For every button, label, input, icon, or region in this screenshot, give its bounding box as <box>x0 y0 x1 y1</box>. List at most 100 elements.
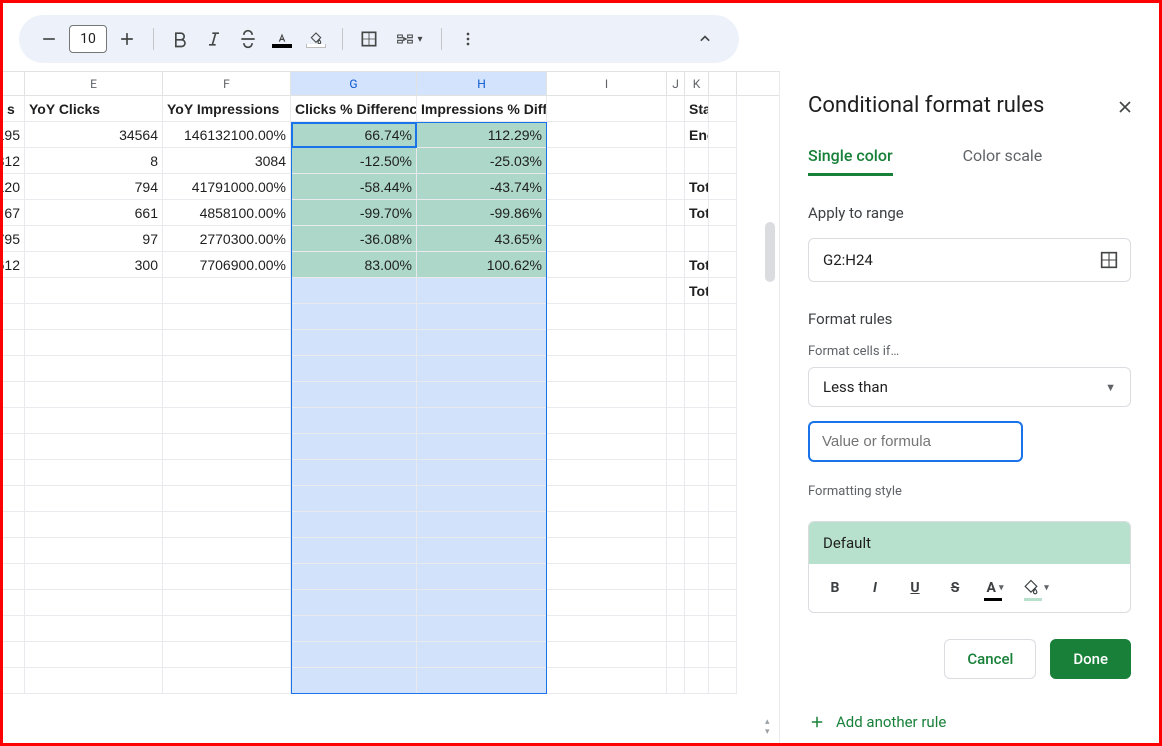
cell-H[interactable]: -99.86% <box>417 200 547 226</box>
cell-H[interactable]: 43.65% <box>417 226 547 252</box>
cell-G[interactable] <box>291 304 417 330</box>
cell-K[interactable] <box>685 616 709 642</box>
cell-H[interactable]: 112.29% <box>417 122 547 148</box>
cell-F[interactable]: 7706900.00% <box>163 252 291 278</box>
cell-H[interactable] <box>417 278 547 304</box>
cell-G[interactable]: 66.74% <box>291 122 417 148</box>
cell-K[interactable] <box>685 460 709 486</box>
cell-G[interactable]: -99.70% <box>291 200 417 226</box>
cell-K[interactable] <box>685 590 709 616</box>
cell-K[interactable]: Tota <box>685 252 709 278</box>
cell-J[interactable] <box>667 590 685 616</box>
cell-G[interactable] <box>291 538 417 564</box>
column-header-E[interactable]: E <box>25 72 163 95</box>
cell-gutter[interactable] <box>3 512 25 538</box>
cell-F[interactable] <box>163 512 291 538</box>
style-fill-color-button[interactable]: ▾ <box>1021 574 1049 602</box>
borders-button[interactable] <box>353 23 385 55</box>
cell-J[interactable] <box>667 538 685 564</box>
cell-J[interactable] <box>667 278 685 304</box>
cell-I[interactable] <box>547 668 667 694</box>
style-text-color-button[interactable]: A▾ <box>981 574 1009 602</box>
cell-gutter[interactable] <box>3 408 25 434</box>
cell-I[interactable] <box>547 122 667 148</box>
cell-G[interactable] <box>291 642 417 668</box>
style-bold-button[interactable]: B <box>821 574 849 602</box>
cell-I[interactable] <box>547 304 667 330</box>
cell-G[interactable] <box>291 278 417 304</box>
cell-J[interactable] <box>667 382 685 408</box>
cell-J[interactable] <box>667 122 685 148</box>
cell-K[interactable] <box>685 434 709 460</box>
cell-J[interactable] <box>667 356 685 382</box>
cell-H[interactable] <box>417 486 547 512</box>
cell-F[interactable] <box>163 486 291 512</box>
cell-F[interactable] <box>163 330 291 356</box>
cell-E[interactable] <box>25 382 163 408</box>
cell-G[interactable] <box>291 564 417 590</box>
cell-E[interactable] <box>25 538 163 564</box>
more-options-button[interactable] <box>452 23 484 55</box>
scroll-up-icon[interactable]: ▴ <box>765 717 775 727</box>
cell-H[interactable]: -25.03% <box>417 148 547 174</box>
cell-J[interactable] <box>667 148 685 174</box>
cell-G[interactable] <box>291 330 417 356</box>
cell-gutter[interactable] <box>3 642 25 668</box>
cell-J[interactable] <box>667 668 685 694</box>
cell-E[interactable] <box>25 642 163 668</box>
cell-gutter[interactable] <box>709 434 737 460</box>
header-cell-I[interactable] <box>547 96 667 122</box>
merge-cells-button[interactable]: ▾ <box>387 23 431 55</box>
cell-I[interactable] <box>547 460 667 486</box>
cell-E[interactable] <box>25 486 163 512</box>
cell-F[interactable]: 41791000.00% <box>163 174 291 200</box>
decrease-font-size-button[interactable] <box>33 23 65 55</box>
cell-E[interactable]: 97 <box>25 226 163 252</box>
cell-I[interactable] <box>547 330 667 356</box>
scroll-down-icon[interactable]: ▾ <box>765 727 775 737</box>
cell-F[interactable] <box>163 564 291 590</box>
cell-G[interactable]: 83.00% <box>291 252 417 278</box>
cell-gutter[interactable] <box>709 278 737 304</box>
cell-F[interactable] <box>163 668 291 694</box>
cell-I[interactable] <box>547 382 667 408</box>
cell-H[interactable] <box>417 356 547 382</box>
cell-gutter[interactable] <box>3 330 25 356</box>
cell-I[interactable] <box>547 434 667 460</box>
cell-G[interactable] <box>291 668 417 694</box>
cell-G[interactable]: -58.44% <box>291 174 417 200</box>
cell-H[interactable] <box>417 512 547 538</box>
cell-F[interactable]: 146132100.00% <box>163 122 291 148</box>
bold-button[interactable] <box>164 23 196 55</box>
cell-K[interactable]: Tota <box>685 200 709 226</box>
column-header-gutter[interactable] <box>3 72 25 95</box>
cell-I[interactable] <box>547 408 667 434</box>
cell-H[interactable]: -43.74% <box>417 174 547 200</box>
cell-gutter[interactable] <box>709 122 737 148</box>
select-range-icon[interactable] <box>1098 249 1120 271</box>
cell-I[interactable] <box>547 356 667 382</box>
column-header-K[interactable]: K <box>685 72 709 95</box>
cell-gutter[interactable] <box>709 486 737 512</box>
cell-gutter[interactable] <box>3 564 25 590</box>
cell-I[interactable] <box>547 590 667 616</box>
style-underline-button[interactable]: U <box>901 574 929 602</box>
cell-gutter[interactable] <box>709 174 737 200</box>
cell-G[interactable] <box>291 460 417 486</box>
cell-H[interactable] <box>417 616 547 642</box>
cell-G[interactable] <box>291 434 417 460</box>
cell-H[interactable] <box>417 460 547 486</box>
cell-G[interactable]: -36.08% <box>291 226 417 252</box>
cell-gutter[interactable] <box>3 382 25 408</box>
cell-gutter[interactable] <box>709 512 737 538</box>
cell-F[interactable] <box>163 382 291 408</box>
cell-K[interactable] <box>685 668 709 694</box>
cell-F[interactable]: 2770300.00% <box>163 226 291 252</box>
header-cell-J[interactable] <box>667 96 685 122</box>
cell-F[interactable] <box>163 590 291 616</box>
cell-gutter[interactable] <box>3 304 25 330</box>
cell-F[interactable] <box>163 356 291 382</box>
condition-select[interactable]: Less than ▼ <box>808 367 1131 407</box>
cell-gutter[interactable]: 795 <box>3 226 25 252</box>
cell-gutter[interactable] <box>709 616 737 642</box>
